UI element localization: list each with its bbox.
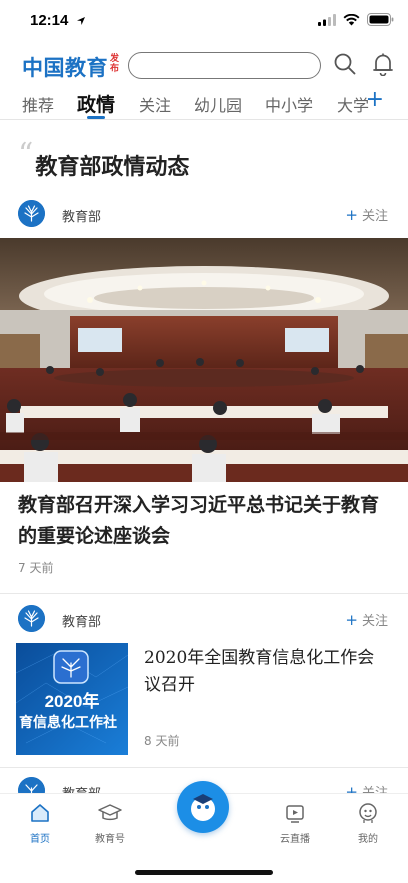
profile-icon — [359, 803, 377, 823]
logo-text: 中国教育 — [22, 56, 108, 80]
article-divider — [0, 593, 408, 594]
article-hero-image[interactable] — [0, 238, 408, 482]
article-source-row: 教育部 +关注 — [0, 200, 408, 230]
article-timestamp: 7 天前 — [18, 561, 54, 575]
follow-button[interactable]: +关注 — [345, 610, 388, 629]
home-indicator[interactable] — [135, 870, 273, 875]
status-bar: 12:14 — [0, 0, 408, 44]
source-name[interactable]: 教育部 — [62, 206, 101, 225]
edu-informatization-poster: 2020年 育信息化工作社 — [16, 643, 128, 755]
tab-home-label: 首页 — [30, 834, 50, 845]
tab-home[interactable]: 首页 — [10, 802, 70, 845]
center-action-button[interactable] — [177, 781, 229, 833]
tab-edu-account-label: 教育号 — [95, 834, 125, 845]
ministry-logo-icon — [18, 605, 45, 632]
follow-button[interactable]: +关注 — [345, 205, 388, 224]
tab-politics[interactable]: 政情 — [77, 90, 115, 117]
search-input[interactable] — [128, 52, 321, 79]
follow-label: 关注 — [361, 209, 388, 224]
tab-live[interactable]: 云直播 — [265, 802, 325, 845]
conference-room-photo — [0, 238, 408, 482]
ministry-logo-icon — [18, 200, 45, 227]
source-name[interactable]: 教育部 — [62, 611, 101, 630]
bottom-tab-bar: 首页 教育号 云直播 我的 — [0, 781, 408, 883]
plus-icon: + — [345, 206, 358, 224]
tab-edu-account[interactable]: 教育号 — [80, 802, 140, 845]
quote-icon: “ — [18, 137, 34, 172]
tab-primary-secondary[interactable]: 中小学 — [265, 92, 313, 116]
graduation-cap-icon — [98, 804, 122, 821]
poster-year-text: 2020年 — [45, 691, 100, 711]
active-tab-indicator — [87, 116, 105, 119]
tab-live-label: 云直播 — [280, 834, 310, 845]
article-title[interactable]: 教育部召开深入学习习近平总书记关于教育的重要论述座谈会 — [18, 490, 393, 552]
tab-following[interactable]: 关注 — [139, 92, 171, 116]
status-time: 12:14 — [30, 12, 69, 29]
category-tabs: 推荐 政情 关注 幼儿园 中小学 大学 + — [0, 86, 408, 120]
plus-icon: + — [345, 611, 358, 629]
article-title[interactable]: 2020年全国教育信息化工作会议召开 — [144, 645, 389, 699]
logo-sub-text: 发布 — [110, 54, 120, 74]
add-tab-icon[interactable]: + — [366, 87, 384, 112]
tab-profile-label: 我的 — [358, 834, 378, 845]
search-icon[interactable] — [333, 52, 357, 76]
article-thumbnail[interactable]: 2020年 育信息化工作社 — [16, 643, 128, 755]
cellular-signal-icon — [318, 13, 336, 26]
source-avatar[interactable] — [18, 200, 45, 227]
tab-recommend[interactable]: 推荐 — [22, 92, 54, 116]
battery-icon — [367, 13, 394, 26]
home-icon — [31, 804, 49, 822]
tab-profile[interactable]: 我的 — [338, 802, 398, 845]
article-divider — [0, 767, 408, 768]
tab-university[interactable]: 大学 — [337, 92, 369, 116]
video-play-icon — [286, 805, 304, 823]
app-logo[interactable]: 中国教育 发布 — [22, 52, 120, 82]
poster-caption-text: 育信息化工作社 — [19, 714, 117, 731]
tab-kindergarten[interactable]: 幼儿园 — [194, 92, 242, 116]
wifi-icon — [343, 13, 360, 25]
mascot-icon — [191, 794, 215, 821]
section-header: “ 教育部政情动态 — [18, 137, 190, 181]
bell-icon[interactable] — [372, 52, 394, 76]
source-avatar[interactable] — [18, 605, 45, 632]
section-title: 教育部政情动态 — [35, 154, 190, 180]
location-arrow-icon — [77, 17, 85, 25]
article-source-row: 教育部 +关注 — [0, 605, 408, 635]
follow-label: 关注 — [361, 614, 388, 629]
article-timestamp: 8 天前 — [144, 734, 180, 748]
app-header: 中国教育 发布 — [0, 48, 408, 84]
